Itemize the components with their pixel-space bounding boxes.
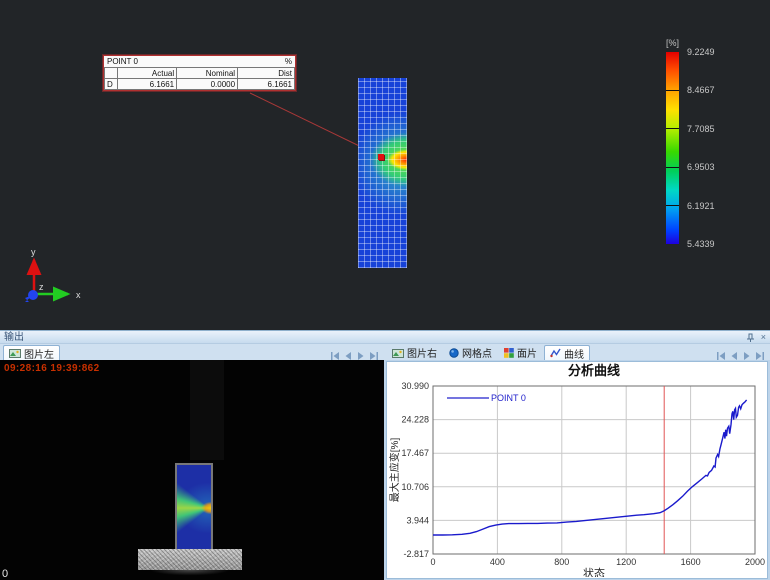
next-frame-icon[interactable] (357, 352, 364, 360)
table-row: D 6.1661 0.0000 6.1661 (105, 79, 295, 90)
col-header-nominal: Nominal (177, 68, 238, 79)
x-tick-label: 0 (430, 557, 435, 567)
output-panel-title: 输出 (4, 332, 24, 343)
first-frame-icon[interactable] (331, 352, 340, 360)
chart-title: 分析曲线 (568, 363, 620, 378)
col-header-dist: Dist (238, 68, 295, 79)
upper-grip-silhouette (190, 360, 224, 460)
last-frame-icon[interactable] (755, 352, 764, 360)
plot-border (433, 386, 755, 554)
actual-value: 6.1661 (118, 79, 177, 90)
legend-label: POINT 0 (491, 393, 526, 403)
color-scale-value: 5.4339 (687, 239, 715, 249)
col-header-actual: Actual (118, 68, 177, 79)
output-content: 09:28:16 19:39:862 0 30.990 24.228 17.467 1… (0, 360, 770, 580)
previous-frame-icon[interactable] (731, 352, 738, 360)
color-scale-value: 7.7085 (687, 124, 715, 134)
x-tick-label: 1200 (616, 557, 636, 567)
y-tick-label: 17.467 (401, 448, 429, 458)
color-scale-value: 8.4667 (687, 85, 715, 95)
row-label: D (105, 79, 118, 90)
output-titlebar: 输出 × (0, 331, 770, 344)
image-timestamp: 09:28:16 19:39:862 (4, 363, 100, 374)
color-scale-legend: [%] 9.22498.46677.70856.95036.19215.4339 (666, 38, 679, 244)
color-scale-bar: 9.22498.46677.70856.95036.19215.4339 (666, 52, 679, 244)
color-scale-tick (666, 90, 679, 91)
specimen-base-fixture (138, 549, 242, 570)
viewport-3d[interactable]: POINT 0 % Actual Nominal Dist D 6.1661 0… (0, 0, 770, 330)
x-tick-label: 1600 (681, 557, 701, 567)
point-0-marker[interactable] (378, 154, 384, 160)
color-gradient (666, 52, 679, 244)
color-scale-tick (666, 128, 679, 129)
tab-label: 曲线 (564, 346, 584, 361)
curve-pane: 30.990 24.228 17.467 10.706 3.944 -2.8170 400 8… (384, 360, 770, 580)
right-frame-nav (717, 352, 770, 360)
dist-value: 6.1661 (238, 79, 295, 90)
close-icon[interactable]: × (761, 332, 766, 342)
tab-image-right[interactable]: 图片右 (387, 345, 442, 360)
tab-label: 图片右 (407, 345, 437, 360)
color-scale-tick (666, 205, 679, 206)
analysis-chart-svg: 30.990 24.228 17.467 10.706 3.944 -2.8170 400 8… (387, 362, 767, 577)
z-axis-label: z (39, 282, 44, 292)
previous-frame-icon[interactable] (345, 352, 352, 360)
next-frame-icon[interactable] (743, 352, 750, 360)
point-annotation-table: POINT 0 % Actual Nominal Dist D 6.1661 0… (103, 55, 296, 91)
y-tick-label: 30.990 (401, 381, 429, 391)
left-pane-tabstrip: 图片左 (0, 344, 384, 360)
fixture-reflection (146, 570, 234, 580)
color-scale-value: 6.1921 (687, 201, 715, 211)
analysis-chart[interactable]: 30.990 24.228 17.467 10.706 3.944 -2.8170 400 8… (386, 361, 768, 579)
series-line (433, 400, 747, 535)
output-panel: 输出 × 图片左 (0, 330, 770, 580)
frame-counter: 0 (2, 568, 8, 580)
x-tick-label: 400 (490, 557, 505, 567)
color-scale-unit: [%] (666, 38, 679, 48)
tab-grid-points[interactable]: 网格点 (444, 345, 497, 360)
app-window: POINT 0 % Actual Nominal Dist D 6.1661 0… (0, 0, 770, 580)
y-axis-label: y (31, 247, 36, 257)
tab-label: 网格点 (462, 345, 492, 360)
x-axis-label: 状态 (583, 566, 605, 577)
point-label: POINT 0 (107, 57, 138, 66)
strain-map-specimen[interactable] (358, 78, 407, 268)
x-axis-label: x (76, 290, 81, 300)
y-tick-label: 24.228 (401, 415, 429, 425)
camera-image-left-view[interactable]: 09:28:16 19:39:862 0 (0, 360, 384, 580)
color-scale-value: 6.9503 (687, 162, 715, 172)
camera-specimen-overlay (175, 463, 213, 553)
col-header-blank (105, 68, 118, 79)
auto-hide-pin-icon[interactable] (746, 333, 755, 342)
first-frame-icon[interactable] (717, 352, 726, 360)
tab-label: 图片左 (24, 346, 54, 361)
color-scale-tick (666, 167, 679, 168)
x-tick-label: 800 (554, 557, 569, 567)
x-tick-label: 2000 (745, 557, 765, 567)
y-tick-label: -2.817 (403, 549, 429, 559)
facet-icon (504, 348, 514, 358)
y-axis-label: 最大主应变[%] (388, 438, 401, 503)
tab-image-left[interactable]: 图片左 (3, 345, 60, 360)
coordinate-triad: y x z (14, 246, 86, 308)
left-frame-nav (331, 352, 384, 360)
nominal-value: 0.0000 (177, 79, 238, 90)
last-frame-icon[interactable] (369, 352, 378, 360)
y-tick-label: 3.944 (406, 515, 429, 525)
curve-icon (550, 348, 561, 358)
tab-label: 面片 (517, 345, 537, 360)
tab-facets[interactable]: 面片 (499, 345, 542, 360)
color-scale-value: 9.2249 (687, 47, 715, 57)
point-unit: % (285, 57, 292, 66)
image-icon (392, 348, 404, 358)
y-tick-label: 10.706 (401, 482, 429, 492)
image-icon (9, 348, 21, 358)
grid-point-icon (449, 348, 459, 358)
tab-curves[interactable]: 曲线 (544, 345, 590, 360)
right-pane-tabstrip: 图片右 网格点 面片 (384, 344, 770, 360)
